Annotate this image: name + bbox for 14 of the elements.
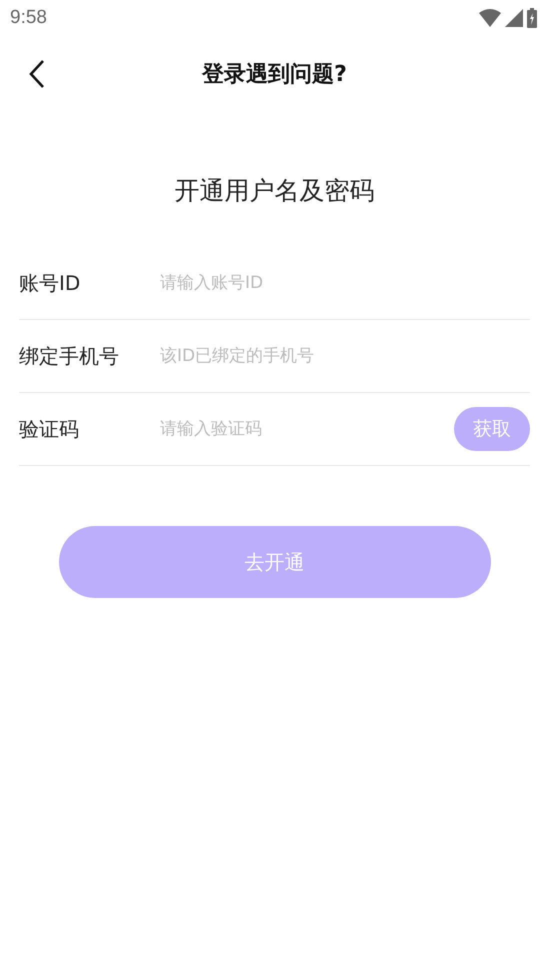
signal-icon: [505, 9, 523, 27]
field-label: 验证码: [19, 416, 80, 442]
battery-icon: [527, 8, 537, 28]
status-time: 9:58: [10, 7, 47, 29]
page-title: 登录遇到问题?: [202, 61, 347, 89]
submit-button[interactable]: 去开通: [58, 526, 490, 598]
input-field[interactable]: 该ID已绑定的手机号: [160, 341, 530, 371]
wifi-icon: [479, 9, 501, 27]
input-field[interactable]: 请输入验证码: [160, 414, 454, 444]
section-heading: 开通用户名及密码: [174, 175, 376, 207]
field-label: 账号ID: [19, 270, 82, 296]
field-label: 绑定手机号: [19, 342, 120, 370]
get-code-button[interactable]: 获取: [454, 407, 530, 451]
input-field[interactable]: 请输入账号ID: [160, 268, 530, 298]
